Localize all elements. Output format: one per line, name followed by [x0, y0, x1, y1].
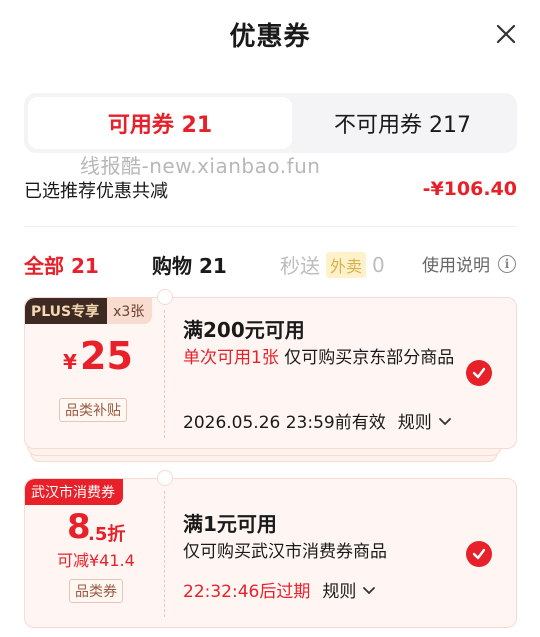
filter-flash-count: 0 [372, 252, 385, 277]
currency-symbol: ¥ [63, 350, 77, 374]
wuhan-voucher-badge: 武汉市消费券 [25, 479, 123, 505]
coupon-footer: 22:32:46后过期 规则 [183, 577, 376, 602]
filter-flash-delivery[interactable]: 秒送 外卖 0 [280, 250, 385, 279]
filter-flash-label: 秒送 [280, 254, 320, 278]
reduce-amount: 可减¥41.4 [57, 551, 135, 570]
rule-label: 规则 [397, 413, 432, 433]
coupon-footer: 2026.05.26 23:59前有效 规则 [183, 408, 452, 433]
coupon-title: 满1元可用 [183, 512, 277, 536]
coupon-limit: 单次可用1张 [183, 348, 279, 368]
ticket-divider [164, 491, 165, 617]
close-icon[interactable] [494, 22, 518, 46]
chevron-down-icon [438, 417, 451, 425]
takeout-tag: 外卖 [326, 251, 367, 278]
ticket-divider [164, 310, 165, 438]
usage-help[interactable]: 使用说明 i [422, 251, 516, 276]
coupon-scope: 仅可购买京东部分商品 [284, 348, 455, 368]
coupon-tabs: 可用券 21 不可用券 217 [24, 93, 517, 153]
coupon-sheet: 优惠券 可用券 21 不可用券 217 线报酷-new.xianbao.fun … [0, 0, 540, 637]
page-title: 优惠券 [229, 22, 311, 52]
plus-exclusive-label: PLUS专享 [25, 298, 108, 324]
selected-check-icon[interactable] [466, 541, 492, 567]
summary-amount: -¥106.40 [422, 178, 517, 200]
plus-badge: PLUS专享 x3张 [25, 298, 153, 324]
tab-unavailable[interactable]: 不可用券 217 [292, 97, 513, 149]
rule-toggle[interactable]: 规则 [398, 408, 452, 433]
tab-available[interactable]: 可用券 21 [28, 97, 292, 149]
coupon-description: 单次可用1张 仅可购买京东部分商品 [183, 344, 463, 372]
coupon-amount: 25 [80, 334, 133, 378]
selected-check-icon[interactable] [466, 360, 492, 386]
usage-help-label: 使用说明 [422, 256, 490, 276]
coupon-expire-countdown: 22:32:46后过期 [183, 582, 311, 602]
filter-shopping[interactable]: 购物 21 [152, 250, 227, 279]
ticket-notch [157, 470, 173, 486]
coupon-card[interactable]: 武汉市消费券 8 .5折 可减¥41.4 品类券 满1元可用 仅可购买武汉市消费… [24, 470, 517, 628]
summary-label: 已选推荐优惠共减 [24, 181, 168, 202]
coupon-title: 满200元可用 [183, 318, 305, 342]
filter-all[interactable]: 全部 21 [24, 250, 99, 279]
rule-label: 规则 [322, 582, 357, 602]
ticket-notch [157, 289, 173, 305]
discount-sub: .5折 [88, 524, 126, 545]
coupon-category-tag: 品类券 [69, 579, 123, 603]
chevron-down-icon [363, 586, 376, 594]
coupon-category-tag: 品类补贴 [59, 398, 127, 422]
watermark: 线报酷-new.xianbao.fun [80, 154, 321, 178]
coupon-scope: 仅可购买武汉市消费券商品 [183, 542, 387, 562]
coupon-validity: 2026.05.26 23:59前有效 [183, 413, 386, 433]
divider [24, 226, 516, 227]
coupon-card[interactable]: PLUS专享 x3张 ¥ 25 品类补贴 满200元可用 单次可用1张 仅可购买… [24, 289, 517, 449]
coupon-count-label: x3张 [107, 298, 153, 324]
info-icon: i [498, 254, 516, 273]
rule-toggle[interactable]: 规则 [322, 577, 376, 602]
